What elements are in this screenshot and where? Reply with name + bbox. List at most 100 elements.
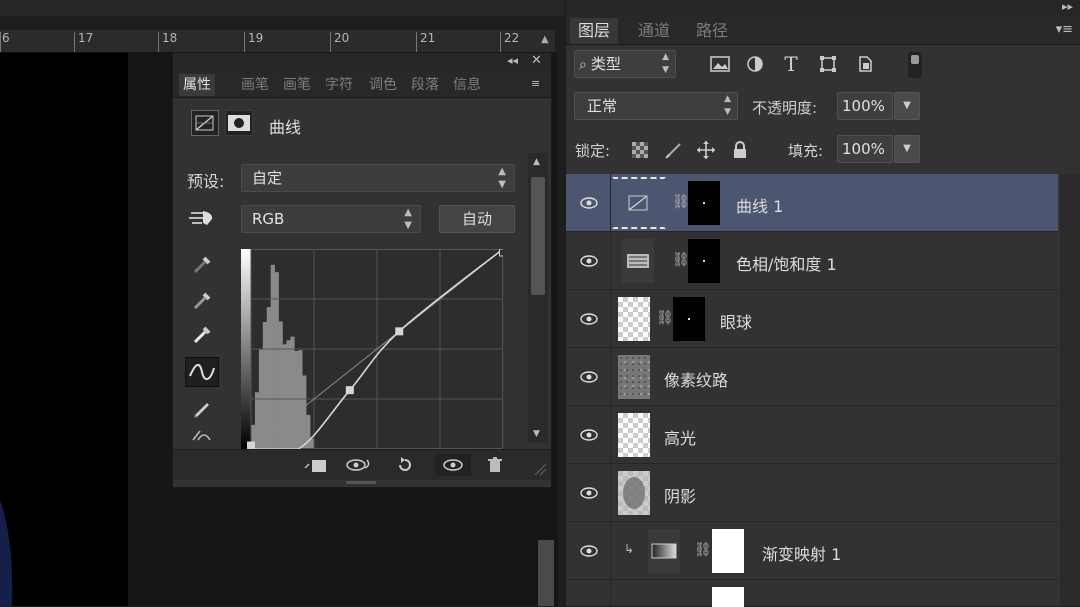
layers-panel-titlebar[interactable]: ▸▸ (566, 0, 1080, 16)
tab-paths[interactable]: 路径 (688, 18, 736, 44)
lock-all-icon[interactable] (729, 139, 751, 161)
draw-curve-pencil-icon[interactable] (185, 393, 219, 423)
layer-name[interactable]: 像素纹路 (664, 367, 728, 391)
link-chain-icon[interactable]: ⛓ (694, 542, 712, 558)
eye-icon[interactable] (578, 250, 600, 272)
horizontal-ruler: 6 17 18 19 20 21 22 (0, 30, 555, 53)
tab-character[interactable]: 字符 (321, 74, 357, 96)
filter-shape-layers-icon[interactable] (817, 53, 839, 75)
reset-icon[interactable] (391, 454, 419, 476)
ruler-tick (0, 32, 1, 52)
tab-channels[interactable]: 通道 (630, 18, 678, 44)
layer-name[interactable]: 色相/饱和度 1 (736, 251, 837, 275)
layer-mask-thumbnail[interactable] (712, 529, 744, 573)
layer-filter-select[interactable]: ⌕ 类型 ▲ ▼ (574, 50, 676, 78)
scroll-up-icon[interactable]: ▲ (533, 157, 540, 167)
resize-grip-icon[interactable] (533, 462, 547, 476)
eye-icon[interactable] (578, 482, 600, 504)
curve-control-point[interactable] (395, 327, 404, 336)
filter-toggle-switch[interactable] (908, 52, 922, 78)
curves-adjustment-icon[interactable] (191, 110, 219, 136)
layer-name[interactable]: 高光 (664, 425, 696, 449)
layer-row-hue-saturation-1[interactable]: ⛓ 色相/饱和度 1 (566, 232, 1058, 290)
blend-mode-select[interactable]: 正常 ▲ ▼ (574, 92, 738, 120)
layer-row-eyeball[interactable]: ⛓ 眼球 (566, 290, 1058, 348)
toggle-visibility-icon[interactable] (435, 454, 471, 476)
white-point-eyedropper-icon[interactable] (185, 319, 219, 349)
visibility-divider (610, 580, 611, 606)
layer-mask-thumbnail[interactable] (688, 181, 720, 225)
layers-scrollbar[interactable] (1060, 174, 1080, 606)
histogram-bar (290, 336, 295, 449)
lock-transparent-pixels-icon[interactable] (629, 139, 651, 161)
collapse-panel-icon[interactable]: ◂◂ (507, 54, 518, 67)
layer-name[interactable]: 曲线 1 (736, 193, 783, 217)
canvas-vertical-scrollbar[interactable] (538, 540, 554, 606)
close-panel-icon[interactable]: ✕ (531, 53, 542, 68)
properties-scrollbar-thumb[interactable] (531, 177, 545, 295)
mask-icon[interactable] (225, 110, 253, 136)
lock-label: 锁定: (575, 142, 611, 160)
tab-brush[interactable]: 画笔 (237, 74, 273, 96)
lock-image-pixels-icon[interactable] (663, 139, 685, 161)
eye-icon[interactable] (578, 424, 600, 446)
collapse-panel-icon[interactable]: ▸▸ (1062, 0, 1073, 13)
curve-control-point[interactable] (345, 386, 354, 395)
layer-row-highlight[interactable]: 高光 (566, 406, 1058, 464)
panel-bottom-grip[interactable] (346, 481, 376, 484)
layer-row-gradient-map-1[interactable]: ↳ ⛓ 渐变映射 1 (566, 522, 1058, 580)
histogram-bar (254, 392, 260, 449)
layer-row-partial[interactable] (566, 580, 1058, 607)
curve-control-point[interactable] (247, 441, 255, 449)
tab-adjustments[interactable]: 调色 (365, 74, 401, 96)
properties-panel-titlebar[interactable]: ◂◂ ✕ (173, 53, 551, 71)
layer-name[interactable]: 眼球 (720, 309, 752, 333)
layer-mask-thumbnail[interactable] (673, 297, 705, 341)
filter-pixel-layers-icon[interactable] (709, 53, 731, 75)
tab-info[interactable]: 信息 (449, 74, 485, 96)
scroll-down-icon[interactable]: ▼ (533, 429, 540, 439)
layer-mask-thumbnail[interactable] (712, 587, 744, 607)
layer-name[interactable]: 渐变映射 1 (762, 541, 841, 565)
edit-points-curve-icon[interactable] (185, 357, 219, 387)
panel-menu-icon[interactable]: ≡ (531, 77, 540, 90)
layer-row-curves-1[interactable]: ⛓ 曲线 1 (566, 174, 1058, 232)
tab-paragraph[interactable]: 段落 (407, 74, 443, 96)
preset-select[interactable]: 自定 ▲ ▼ (241, 164, 515, 192)
ruler-scroll-arrow-icon[interactable]: ▲ (541, 34, 549, 45)
eye-icon[interactable] (578, 308, 600, 330)
smooth-curve-icon[interactable] (185, 425, 219, 447)
auto-button[interactable]: 自动 (439, 205, 515, 233)
fill-dropdown-icon[interactable]: ▼ (894, 135, 920, 163)
on-image-adjust-icon[interactable] (185, 203, 219, 233)
opacity-input[interactable]: 100% (837, 92, 893, 120)
filter-type-layers-icon[interactable]: T (780, 52, 802, 76)
delete-icon[interactable] (481, 454, 509, 476)
ruler-tick-label: 17 (78, 31, 94, 45)
gray-point-eyedropper-icon[interactable] (185, 285, 219, 315)
channel-select[interactable]: RGB ▲ ▼ (241, 205, 421, 233)
curves-graph[interactable] (241, 249, 503, 449)
layer-row-pixel-texture[interactable]: 像素纹路 (566, 348, 1058, 406)
layer-row-shadow[interactable]: 阴影 (566, 464, 1058, 522)
panel-menu-icon[interactable]: ▾≡ (1056, 22, 1073, 37)
clip-to-layer-icon[interactable] (301, 454, 329, 476)
histogram-bar (282, 344, 287, 449)
eye-icon[interactable] (578, 192, 600, 214)
link-chain-icon[interactable]: ⛓ (656, 310, 674, 326)
eye-icon[interactable] (578, 366, 600, 388)
layer-mask-thumbnail[interactable] (688, 239, 720, 283)
tab-properties[interactable]: 属性 (179, 74, 215, 96)
curve-control-point[interactable] (499, 249, 504, 257)
view-previous-state-icon[interactable] (345, 454, 373, 476)
filter-smart-objects-icon[interactable] (854, 53, 876, 75)
opacity-dropdown-icon[interactable]: ▼ (894, 92, 920, 120)
tab-brush-presets[interactable]: 画笔 (279, 74, 315, 96)
black-point-eyedropper-icon[interactable] (185, 249, 219, 279)
tab-layers[interactable]: 图层 (570, 18, 619, 44)
layer-name[interactable]: 阴影 (664, 483, 696, 507)
fill-input[interactable]: 100% (837, 135, 893, 163)
filter-adjustment-layers-icon[interactable] (744, 53, 766, 75)
eye-icon[interactable] (578, 540, 600, 562)
lock-position-icon[interactable] (695, 139, 717, 161)
